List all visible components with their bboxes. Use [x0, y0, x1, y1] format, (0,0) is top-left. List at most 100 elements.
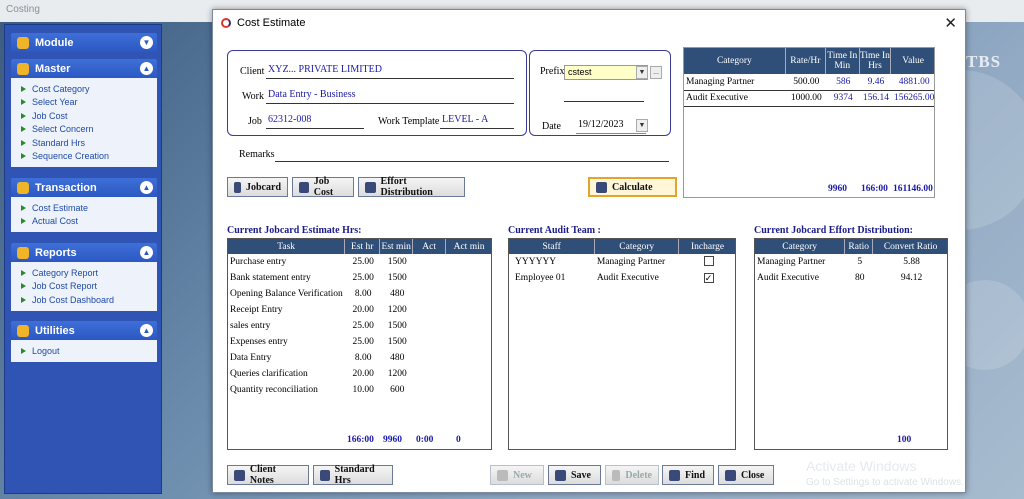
- arrow-icon: [21, 112, 26, 119]
- sidebar-panel-header[interactable]: Master ▲: [11, 59, 157, 78]
- job-label: Job: [248, 116, 262, 127]
- browse-button[interactable]: ...: [650, 66, 662, 79]
- table-row[interactable]: Employee 01 Audit Executive ✓: [509, 270, 735, 286]
- sidebar-item-label[interactable]: Standard Hrs: [32, 138, 85, 148]
- job-field[interactable]: 62312-008: [266, 114, 364, 129]
- sidebar-panel-utilities: Utilities ▲ Logout: [11, 321, 157, 362]
- chevron-up-icon[interactable]: ▲: [140, 181, 153, 194]
- column-header: Rate/Hr: [785, 48, 826, 74]
- table-row[interactable]: Opening Balance Verification 8.00 480: [228, 286, 491, 302]
- find-button[interactable]: Find: [662, 465, 714, 485]
- table-row[interactable]: Quantity reconciliation 10.00 600: [228, 382, 491, 398]
- search-icon: [669, 469, 680, 481]
- work-template-field[interactable]: LEVEL - A: [440, 114, 514, 129]
- client-field[interactable]: XYZ... PRIVATE LIMITED: [266, 64, 514, 79]
- remarks-field[interactable]: [275, 147, 669, 162]
- effort-distribution-button[interactable]: Effort Distribution: [358, 176, 465, 198]
- sidebar-item[interactable]: Standard Hrs: [21, 136, 157, 150]
- table-row[interactable]: Data Entry 8.00 480: [228, 350, 491, 366]
- sidebar-item[interactable]: Select Concern: [21, 123, 157, 137]
- close-button[interactable]: Close: [718, 465, 774, 485]
- sidebar-item[interactable]: Job Cost Dashboard: [21, 293, 157, 307]
- incharge-checkbox[interactable]: ✓: [703, 272, 714, 283]
- calculate-button-label: Calculate: [612, 181, 653, 193]
- effort-distribution-table: Category Ratio Convert Ratio Managing Pa…: [754, 238, 948, 450]
- sidebar-item-label[interactable]: Job Cost: [32, 111, 68, 121]
- sidebar-item[interactable]: Logout: [21, 344, 157, 358]
- table-row[interactable]: Bank statement entry 25.00 1500: [228, 270, 491, 286]
- people-icon: [365, 181, 376, 193]
- table-row[interactable]: sales entry 25.00 1500: [228, 318, 491, 334]
- chevron-down-icon[interactable]: ▼: [636, 66, 648, 79]
- sidebar-panel-header[interactable]: Reports ▲: [11, 243, 157, 262]
- table-cell: [413, 302, 446, 318]
- table-cell: 1500: [387, 273, 407, 283]
- chevron-up-icon[interactable]: ▲: [140, 62, 153, 75]
- sidebar-item-label[interactable]: Select Year: [32, 97, 78, 107]
- standard-hrs-button[interactable]: Standard Hrs: [313, 464, 393, 486]
- table-cell: 9374: [833, 93, 853, 103]
- sidebar-item-label[interactable]: Category Report: [32, 268, 98, 278]
- chevron-up-icon[interactable]: ▲: [140, 324, 153, 337]
- sidebar-panel-header[interactable]: Utilities ▲: [11, 321, 157, 340]
- sidebar-item[interactable]: Select Year: [21, 96, 157, 110]
- table-cell: [413, 318, 446, 334]
- work-field[interactable]: Data Entry - Business: [266, 89, 514, 104]
- sidebar-panel-header[interactable]: Module ▼: [11, 33, 157, 52]
- sidebar-item-label[interactable]: Select Concern: [32, 124, 94, 134]
- close-icon[interactable]: ✕: [944, 14, 957, 32]
- sidebar-item[interactable]: Job Cost Report: [21, 280, 157, 294]
- job-cost-button[interactable]: Job Cost: [292, 176, 354, 198]
- table-row[interactable]: Audit Executive 1000.00 9374 156.14 1562…: [684, 90, 934, 106]
- find-button-label: Find: [685, 469, 706, 481]
- delete-button[interactable]: Delete: [605, 465, 659, 485]
- table-cell: [446, 302, 491, 318]
- sidebar-item[interactable]: Category Report: [21, 266, 157, 280]
- table-row[interactable]: Receipt Entry 20.00 1200: [228, 302, 491, 318]
- sidebar-item[interactable]: Cost Category: [21, 82, 157, 96]
- sidebar-item-label[interactable]: Job Cost Report: [32, 281, 97, 291]
- sidebar-item[interactable]: Job Cost: [21, 109, 157, 123]
- client-notes-button[interactable]: Client Notes: [227, 464, 309, 486]
- table-row[interactable]: Queries clarification 20.00 1200: [228, 366, 491, 382]
- arrow-icon: [21, 347, 26, 354]
- table-row[interactable]: YYYYYY Managing Partner: [509, 254, 735, 270]
- column-header: Est min: [379, 239, 414, 254]
- chevron-up-icon[interactable]: ▲: [140, 246, 153, 259]
- table-row[interactable]: Managing Partner 5 5.88: [755, 254, 947, 270]
- panel-title: Reports: [35, 246, 77, 259]
- table-cell: Data Entry: [230, 353, 272, 363]
- sidebar-item[interactable]: Sequence Creation: [21, 150, 157, 164]
- jobcard-button[interactable]: Jobcard: [227, 177, 288, 197]
- sidebar-item-label[interactable]: Cost Category: [32, 84, 90, 94]
- sidebar-item[interactable]: Actual Cost: [21, 215, 157, 229]
- table-row[interactable]: Managing Partner 500.00 586 9.46 4881.00: [684, 74, 934, 90]
- user-icon: [17, 36, 29, 49]
- chevron-down-icon[interactable]: ▼: [140, 36, 153, 49]
- sidebar-item-label[interactable]: Cost Estimate: [32, 203, 88, 213]
- sidebar-item-label[interactable]: Sequence Creation: [32, 151, 109, 161]
- save-button[interactable]: Save: [548, 465, 601, 485]
- sidebar-item-label[interactable]: Job Cost Dashboard: [32, 295, 114, 305]
- table-cell: Managing Partner: [686, 76, 755, 87]
- sidebar-item[interactable]: Cost Estimate: [21, 201, 157, 215]
- sidebar-item-label[interactable]: Logout: [32, 346, 60, 356]
- document-icon: [234, 181, 241, 193]
- calculate-button[interactable]: Calculate: [588, 177, 677, 197]
- table-row[interactable]: Expenses entry 25.00 1500: [228, 334, 491, 350]
- new-button-label: New: [513, 469, 532, 481]
- table-cell: [446, 334, 491, 350]
- table-row[interactable]: Audit Executive 80 94.12: [755, 270, 947, 286]
- sidebar-item-label[interactable]: Actual Cost: [32, 216, 78, 226]
- arrow-icon: [21, 85, 26, 92]
- incharge-checkbox[interactable]: [703, 255, 714, 266]
- sidebar-panel-header[interactable]: Transaction ▲: [11, 178, 157, 197]
- table-row[interactable]: Purchase entry 25.00 1500: [228, 254, 491, 270]
- table-cell: 94.12: [900, 273, 923, 283]
- calendar-dropdown-icon[interactable]: ▼: [636, 119, 648, 132]
- table-cell: 20.00: [352, 369, 374, 379]
- total-value: 161146.00: [893, 184, 933, 194]
- table-cell: Audit Executive: [686, 93, 748, 103]
- total-est-min: 9960: [383, 435, 402, 445]
- new-button[interactable]: New: [490, 465, 544, 485]
